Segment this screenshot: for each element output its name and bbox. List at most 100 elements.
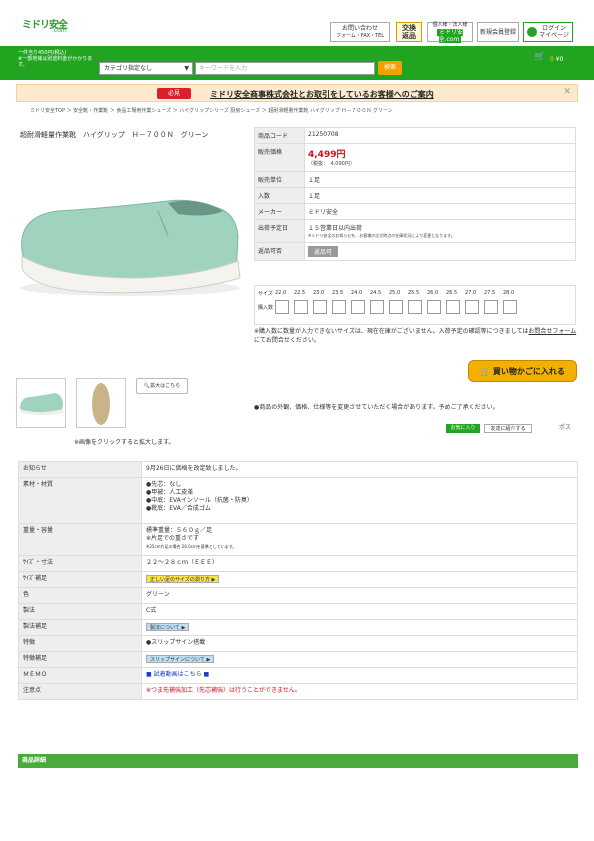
add-to-cart-button[interactable]: 🛒 買い物かごに入れる: [468, 360, 577, 382]
info-value: ●スリップサイン搭載: [141, 635, 578, 652]
stock-note-text: ※購入数に数量が入力できないサイズは、現在在庫がございません。入荷予定の確認等に…: [254, 328, 529, 335]
product-image[interactable]: [18, 156, 243, 306]
site-logo[interactable]: ミドリ安全 .com: [22, 16, 80, 36]
mail-button[interactable]: 友達に紹介する: [484, 424, 532, 433]
info-key: 特徴: [18, 635, 142, 652]
qty-input[interactable]: [313, 300, 327, 314]
size-value: 23.5: [332, 290, 344, 296]
post-button[interactable]: ポス: [555, 424, 575, 433]
product-title: 超耐滑軽量作業靴 ハイグリップ Ｈ－７００Ｎ グリーン: [20, 131, 209, 139]
qty-input[interactable]: [484, 300, 498, 314]
video-link[interactable]: ■ 試着動画はこちら ■: [146, 671, 209, 678]
info-line: ●靴底：EVA／合成ゴム: [146, 505, 211, 512]
info-row: お知らせ 9月26日に価格を改定致しました。: [18, 461, 578, 478]
thumbnail-sole[interactable]: [76, 378, 126, 428]
qty-input[interactable]: [351, 300, 365, 314]
notice-link[interactable]: ミドリ安全商事株式会社とお取引をしているお客様へのご案内: [210, 89, 434, 100]
spec-row: 販売価格 4,499円 （税抜： 4,090円）: [254, 143, 576, 172]
click-caption: ※画像をクリックすると拡大します。: [74, 439, 175, 446]
qty-input[interactable]: [389, 300, 403, 314]
search-button[interactable]: 検索: [378, 61, 402, 75]
qty-input[interactable]: [275, 300, 289, 314]
info-value: 正しい足のサイズの測り方 ▶: [141, 571, 578, 588]
size-value: 26.0: [427, 290, 439, 296]
qty-input[interactable]: [465, 300, 479, 314]
info-key: 製法補足: [18, 619, 142, 636]
info-value: 9月26日に価格を改定致しました。: [141, 461, 578, 478]
qty-input[interactable]: [503, 300, 517, 314]
thumbnail-side[interactable]: [16, 378, 66, 428]
spec-row: 返品可否 返品可: [254, 242, 576, 261]
qty-input[interactable]: [332, 300, 346, 314]
cart-icon: 🛒: [480, 367, 491, 376]
zoom-label: 拡大はこちら: [150, 383, 181, 389]
info-key: ｻｲｽﾞ補足: [18, 571, 142, 588]
qty-input[interactable]: [294, 300, 308, 314]
stock-note: ※購入数に数量が入力できないサイズは、現在在庫がございません。入荷予定の確認等に…: [254, 327, 578, 345]
info-row: 素材・材質 ●先芯：なし ●甲被：人工皮革 ●中底：EVAインソール（抗菌・防臭） ●靴…: [18, 477, 578, 524]
size-value: 24.0: [351, 290, 363, 296]
close-icon[interactable]: ✕: [563, 87, 571, 97]
ship-date: １５営業日以内出荷: [308, 225, 363, 232]
size-value: 25.0: [389, 290, 401, 296]
spec-value: 21250708: [304, 127, 576, 144]
spec-key: 返品可否: [254, 242, 305, 261]
info-value: ■ 試着動画はこちら ■: [141, 667, 578, 684]
info-line: ●甲被：人工皮革: [146, 489, 194, 496]
info-key: 注意点: [18, 683, 142, 700]
info-value: ２２～２８ｃｍ（ＥＥＥ）: [141, 555, 578, 572]
spec-value: １５営業日以内出荷 ※ミドリ安全のお知らせを、お客様の注文時点の在庫状況により変更…: [304, 219, 576, 243]
info-key: お知らせ: [18, 461, 142, 478]
favorite-button[interactable]: お気に入り: [446, 424, 480, 433]
qty-input[interactable]: [427, 300, 441, 314]
inquiry-link[interactable]: お問合せフォーム: [528, 328, 576, 335]
info-key: 製法: [18, 603, 142, 620]
breadcrumb[interactable]: ミドリ安全TOP ＞ 安全靴・作業靴 ＞ 食品工場用作業シューズ ＞ ハイグリッ…: [30, 107, 393, 114]
contact-button[interactable]: お問い合わせ フォーム・FAX・TEL: [330, 22, 390, 42]
contact-sub: フォーム・FAX・TEL: [335, 32, 385, 39]
info-value: ●先芯：なし ●甲被：人工皮革 ●中底：EVAインソール（抗菌・防臭） ●靴底：EVA…: [141, 477, 578, 524]
return-label-bottom: 返品: [402, 32, 416, 40]
section-header: 商品詳細: [18, 754, 578, 768]
info-table: お知らせ 9月26日に価格を改定致しました。 素材・材質 ●先芯：なし ●甲被：人工皮革…: [18, 461, 578, 700]
info-link-button[interactable]: 正しい足のサイズの測り方 ▶: [146, 575, 220, 583]
return-button[interactable]: 交換 返品: [396, 22, 422, 42]
info-key: 素材・材質: [18, 477, 142, 524]
info-link-button[interactable]: スリップサインについて ▶: [146, 655, 215, 663]
spec-row: 商品コード 21250708: [254, 127, 576, 144]
return-label-top: 交換: [402, 24, 416, 32]
spec-key: 販売価格: [254, 143, 305, 172]
qty-input[interactable]: [408, 300, 422, 314]
info-text: ※つま先補強加工（先芯補強）は行うことができません。: [146, 687, 301, 694]
cart-summary[interactable]: 0 ¥0: [550, 56, 563, 63]
cart-icon[interactable]: 🛒: [534, 52, 545, 62]
qty-input[interactable]: [446, 300, 460, 314]
caution-text: ●商品の外観、価格、仕様等を変更させていただく場合があります。予めご了承ください…: [254, 404, 499, 411]
info-value: 製法について ▶: [141, 619, 578, 636]
category-select[interactable]: カテゴリ指定なし ▼: [99, 62, 193, 75]
new-member-button[interactable]: 新規会員登録: [477, 22, 519, 42]
price: 4,499円: [308, 150, 346, 160]
category-select-value: カテゴリ指定なし: [104, 65, 153, 72]
returnable-badge: 返品可: [308, 246, 339, 257]
spec-table: 商品コード 21250708 販売価格 4,499円 （税抜： 4,090円） 販売単…: [254, 127, 576, 261]
info-link-button[interactable]: 製法について ▶: [146, 623, 190, 631]
info-key: 特徴補足: [18, 651, 142, 668]
size-value: 26.5: [446, 290, 458, 296]
info-text: グリーン: [146, 591, 170, 598]
logo-domain: .com: [52, 27, 67, 34]
member-banner[interactable]: 個人様・法人様 ミドリ安全.com: [427, 22, 473, 43]
size-value: 24.5: [370, 290, 382, 296]
qty-input[interactable]: [370, 300, 384, 314]
zoom-button[interactable]: 🔍拡大はこちら: [136, 378, 188, 394]
info-text: ２２～２８ｃｍ（ＥＥＥ）: [146, 559, 219, 566]
spec-key: 商品コード: [254, 127, 305, 144]
login-icon: [527, 27, 538, 37]
info-row: 重量・容量 標準重量：５６０ｇ／足 ※片足での重さです ※25cm片足の場合 26.0…: [18, 523, 578, 556]
info-row: 製法 C式: [18, 603, 578, 620]
size-value: 23.0: [313, 290, 325, 296]
login-button[interactable]: ログイン マイページ: [523, 22, 573, 42]
search-input[interactable]: キーワードを入力: [195, 62, 375, 75]
info-line: ●先芯：なし: [146, 481, 182, 488]
info-key: 色: [18, 587, 142, 604]
